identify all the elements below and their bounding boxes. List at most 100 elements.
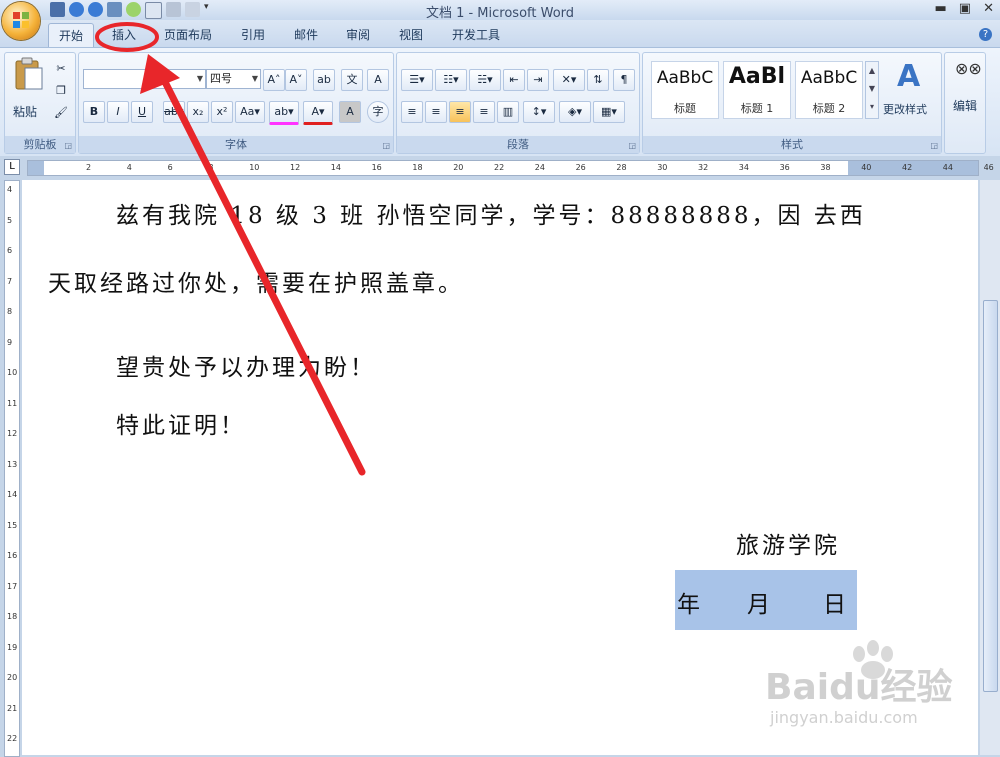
copy-icon[interactable]: ❐ — [51, 81, 71, 101]
distribute-button[interactable]: ▥ — [497, 101, 519, 123]
ruler-tick-label: 18 — [7, 612, 18, 621]
tab-page-layout[interactable]: 页面布局 — [164, 26, 212, 43]
paragraph-group-label: 段落 — [397, 136, 639, 153]
clipboard-group: 粘贴 ✂ ❐ 🖌 剪贴板 ◲ — [4, 52, 76, 154]
style-sample: AaBbC — [656, 68, 714, 88]
dialog-launcher-icon[interactable]: ◲ — [628, 141, 636, 150]
ruler-tick-label: 36 — [779, 163, 790, 172]
strikethrough-button[interactable]: abc — [163, 101, 185, 123]
date-selection[interactable]: 年 月 日 — [675, 570, 857, 630]
paragraph-group: ☰▾ ☷▾ ☵▾ ⇤ ⇥ ✕▾ ⇅ ¶ ≡ ≡ ≡ ≡ ▥ ↕▾ ◈▾ ▦▾ 段… — [396, 52, 640, 154]
tab-mailings[interactable]: 邮件 — [294, 26, 318, 43]
ruler-tick-label: 4 — [7, 185, 13, 194]
font-name-combo[interactable]: ▼ — [83, 69, 206, 89]
sort-button[interactable]: ⇅ — [587, 69, 609, 91]
ruler-tick-label: 12 — [7, 429, 18, 438]
watermark-brand: Baidu经验 — [765, 667, 953, 708]
dialog-launcher-icon[interactable]: ◲ — [382, 141, 390, 150]
tab-review[interactable]: 审阅 — [346, 26, 370, 43]
doc-line-1: 兹有我院 18 级 3 班 孙悟空同学，学号：88888888，因 去西 — [116, 203, 866, 229]
style-heading-1[interactable]: AaBl 标题 1 — [723, 61, 791, 119]
align-center-button[interactable]: ≡ — [425, 101, 447, 123]
align-left-button[interactable]: ≡ — [401, 101, 423, 123]
format-painter-icon[interactable]: 🖌 — [51, 103, 71, 123]
vertical-ruler[interactable]: 4 5 6 7 8 9 10 11 12 13 14 15 16 17 18 19 20 21 22 — [4, 180, 20, 757]
tab-references[interactable]: 引用 — [241, 26, 265, 43]
chinese-layout-button[interactable]: ✕▾ — [553, 69, 585, 91]
justify-button[interactable]: ≡ — [473, 101, 495, 123]
style-heading-2[interactable]: AaBbC 标题 2 — [795, 61, 863, 119]
font-color-button[interactable]: A▾ — [303, 101, 333, 125]
ruler-tick-label: 4 — [126, 163, 132, 172]
tab-selector[interactable]: L — [4, 159, 20, 175]
change-styles-label: 更改样式 — [883, 103, 927, 116]
maximize-icon[interactable]: ▣ — [959, 1, 971, 16]
window-controls: ▬ ▣ ✕ — [935, 1, 995, 16]
chevron-down-icon: ▼ — [196, 74, 203, 83]
show-marks-button[interactable]: ¶ — [613, 69, 635, 91]
tab-developer[interactable]: 开发工具 — [452, 26, 500, 43]
paste-button[interactable]: 粘贴 — [9, 57, 49, 123]
date-day: 日 — [823, 592, 846, 618]
numbering-button[interactable]: ☷▾ — [435, 69, 467, 91]
change-styles-button[interactable]: A 更改样式 — [883, 59, 939, 125]
font-group: ▼ 四号 ▼ A˄ A˅ ab 文 A B I U abc x₂ x² Aa▾ a… — [78, 52, 394, 154]
shrink-font-button[interactable]: A˅ — [285, 69, 307, 91]
superscript-button[interactable]: x² — [211, 101, 233, 123]
shading-button[interactable]: ◈▾ — [559, 101, 591, 123]
cut-icon[interactable]: ✂ — [51, 59, 71, 79]
tab-insert[interactable]: 插入 — [112, 26, 136, 43]
ruler-tick-label: 20 — [453, 163, 464, 172]
ruler-tick-label: 46 — [983, 163, 994, 172]
borders-button[interactable]: ▦▾ — [593, 101, 625, 123]
bold-button[interactable]: B — [83, 101, 105, 123]
styles-scroll[interactable]: ▲ ▼ ▾ — [865, 61, 879, 119]
watermark-url: jingyan.baidu.com — [770, 708, 918, 727]
enclose-char-button[interactable]: 字 — [367, 101, 389, 123]
highlight-button[interactable]: ab▾ — [269, 101, 299, 125]
office-button[interactable] — [2, 2, 40, 40]
doc-line-3: 望贵处予以办理为盼！ — [116, 355, 376, 381]
doc-line-4: 特此证明！ — [116, 413, 246, 439]
style-title[interactable]: AaBbC 标题 — [651, 61, 719, 119]
ruler-tick-label: 42 — [902, 163, 913, 172]
scrollbar-thumb[interactable] — [983, 300, 998, 692]
align-right-button[interactable]: ≡ — [449, 101, 471, 123]
style-name: 标题 — [674, 102, 696, 115]
dialog-launcher-icon[interactable]: ◲ — [64, 141, 72, 150]
title-bar: ▾ 文档 1 - Microsoft Word ▬ ▣ ✕ — [0, 0, 1000, 21]
increase-indent-button[interactable]: ⇥ — [527, 69, 549, 91]
decrease-indent-button[interactable]: ⇤ — [503, 69, 525, 91]
ruler-tick-label: 14 — [330, 163, 341, 172]
italic-button[interactable]: I — [107, 101, 129, 123]
subscript-button[interactable]: x₂ — [187, 101, 209, 123]
baidu-watermark: Baidu经验 jingyan.baidu.com — [765, 640, 990, 740]
line-spacing-button[interactable]: ↕▾ — [523, 101, 555, 123]
minimize-icon[interactable]: ▬ — [935, 1, 947, 16]
editing-button[interactable]: ⊗⊗ 编辑 — [947, 59, 983, 125]
help-icon[interactable]: ? — [979, 28, 992, 41]
tab-view[interactable]: 视图 — [399, 26, 423, 43]
dialog-launcher-icon[interactable]: ◲ — [930, 141, 938, 150]
clear-format-button[interactable]: ab — [313, 69, 335, 91]
styles-group-label: 样式 — [643, 136, 941, 153]
style-sample: AaBl — [728, 64, 786, 89]
multilevel-list-button[interactable]: ☵▾ — [469, 69, 501, 91]
office-logo-icon — [13, 12, 29, 28]
horizontal-ruler[interactable]: 2 4 6 8 10 12 14 16 18 20 22 24 26 28 30 32 34 36 38 40 42 44… — [27, 160, 994, 176]
ruler-tick-label: 26 — [575, 163, 586, 172]
char-border-button[interactable]: A — [367, 69, 389, 91]
phonetic-guide-button[interactable]: 文 — [341, 69, 363, 91]
ruler-tick-label: 12 — [290, 163, 301, 172]
underline-button[interactable]: U — [131, 101, 153, 123]
font-size-combo[interactable]: 四号 ▼ — [206, 69, 261, 89]
grow-font-button[interactable]: A˄ — [263, 69, 285, 91]
paste-icon — [15, 57, 43, 90]
char-shading-button[interactable]: A — [339, 101, 361, 123]
ruler-tick-label: 9 — [7, 337, 13, 347]
editing-label: 编辑 — [953, 99, 978, 113]
change-case-button[interactable]: Aa▾ — [235, 101, 265, 123]
ruler-tick-label: 22 — [7, 734, 18, 743]
bullets-button[interactable]: ☰▾ — [401, 69, 433, 91]
close-icon[interactable]: ✕ — [983, 1, 994, 16]
